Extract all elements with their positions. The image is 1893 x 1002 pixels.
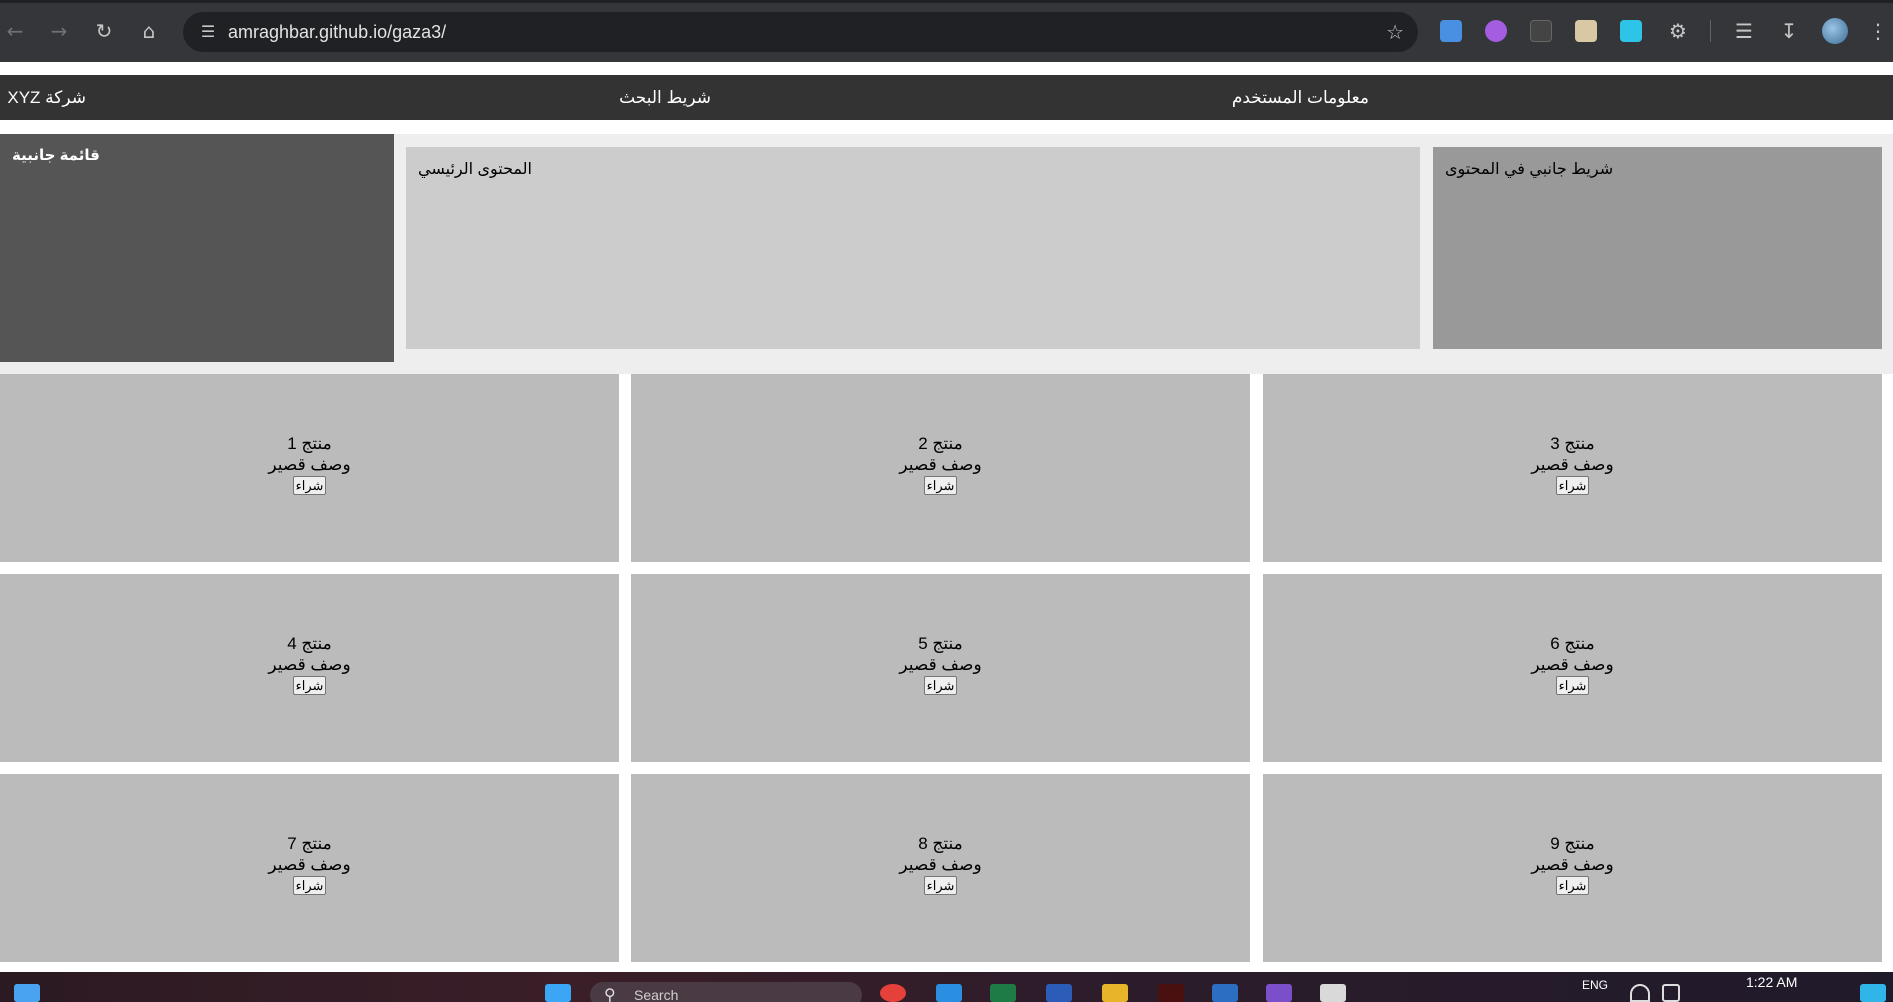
vscode-app-icon[interactable] <box>936 984 962 1002</box>
file-explorer-icon[interactable] <box>1102 984 1128 1002</box>
buy-button[interactable]: شراء <box>1555 676 1590 695</box>
product-name: منتج 1 <box>287 434 332 453</box>
app-tile-icon[interactable] <box>1320 984 1346 1002</box>
menu-icon[interactable]: ⋮ <box>1864 17 1892 45</box>
tab-strip-edge <box>0 0 1893 3</box>
product-card: منتج 9 وصف قصير شراء <box>1263 774 1882 962</box>
illustrator-app-icon[interactable] <box>1158 984 1184 1002</box>
start-menu-icon[interactable] <box>14 984 40 1002</box>
content-aside: شريط جانبي في المحتوى <box>1433 147 1882 349</box>
product-description: وصف قصير <box>899 855 982 874</box>
product-card: منتج 2 وصف قصير شراء <box>631 374 1250 562</box>
search-bar-label[interactable]: شريط البحث <box>619 75 711 120</box>
reading-list-icon[interactable]: ☰ <box>1730 17 1758 45</box>
extension-file-icon[interactable] <box>1575 20 1597 42</box>
back-icon[interactable]: ← <box>1 17 29 45</box>
sidebar-menu: قائمة جانبية <box>0 134 394 362</box>
product-card: منتج 6 وصف قصير شراء <box>1263 574 1882 762</box>
extension-car-icon[interactable] <box>1530 20 1552 42</box>
buy-button[interactable]: شراء <box>1555 476 1590 495</box>
home-icon[interactable]: ⌂ <box>135 17 163 45</box>
buy-button[interactable]: شراء <box>923 676 958 695</box>
visual-studio-app-icon[interactable] <box>1266 984 1292 1002</box>
product-name: منتج 3 <box>1550 434 1595 453</box>
word-app-icon[interactable] <box>1046 984 1072 1002</box>
buy-button[interactable]: شراء <box>1555 876 1590 895</box>
copilot-icon[interactable] <box>1860 984 1886 1002</box>
product-description: وصف قصير <box>1531 455 1614 474</box>
product-description: وصف قصير <box>268 455 351 474</box>
product-name: منتج 9 <box>1550 834 1595 853</box>
product-grid: منتج 1 وصف قصير شراء منتج 2 وصف قصير شرا… <box>0 374 1893 974</box>
product-description: وصف قصير <box>268 855 351 874</box>
sidebar-title: قائمة جانبية <box>12 147 100 164</box>
extension-camera-icon[interactable] <box>1620 20 1642 42</box>
product-description: وصف قصير <box>268 655 351 674</box>
language-indicator[interactable]: ENG <box>1582 978 1608 992</box>
product-description: وصف قصير <box>899 655 982 674</box>
forward-icon[interactable]: → <box>45 17 73 45</box>
user-info-label[interactable]: معلومات المستخدم <box>1232 75 1369 120</box>
company-name: شركة XYZ <box>7 88 86 107</box>
product-card: منتج 1 وصف قصير شراء <box>0 374 619 562</box>
reload-icon[interactable]: ↻ <box>90 17 118 45</box>
chrome-app-icon[interactable] <box>880 984 906 1002</box>
aside-title: شريط جانبي في المحتوى <box>1445 161 1614 178</box>
product-card: منتج 4 وصف قصير شراء <box>0 574 619 762</box>
volume-icon[interactable] <box>1662 984 1680 1002</box>
product-name: منتج 2 <box>918 434 963 453</box>
puzzle-icon[interactable]: ⚙ <box>1664 17 1692 45</box>
buy-button[interactable]: شراء <box>923 476 958 495</box>
product-name: منتج 8 <box>918 834 963 853</box>
search-icon: ⚲ <box>604 985 616 1002</box>
product-card: منتج 8 وصف قصير شراء <box>631 774 1250 962</box>
mail-app-icon[interactable] <box>1212 984 1238 1002</box>
buy-button[interactable]: شراء <box>292 876 327 895</box>
product-description: وصف قصير <box>1531 655 1614 674</box>
taskbar-search[interactable]: ⚲ Search <box>590 982 862 1002</box>
content-row: قائمة جانبية المحتوى الرئيسي شريط جانبي … <box>0 134 1893 374</box>
url-text[interactable]: amraghbar.github.io/gaza3/ <box>228 22 446 42</box>
product-name: منتج 7 <box>287 834 332 853</box>
profile-avatar[interactable] <box>1822 18 1848 44</box>
product-card: منتج 5 وصف قصير شراء <box>631 574 1250 762</box>
main-content-title: المحتوى الرئيسي <box>418 161 532 178</box>
wifi-icon[interactable] <box>1630 984 1650 1002</box>
download-icon[interactable]: ↧ <box>1775 17 1803 45</box>
extension-purple-icon[interactable] <box>1485 20 1507 42</box>
browser-chrome: ← → ↻ ⌂ ☰ amraghbar.github.io/gaza3/ ☆ ⚙… <box>0 0 1893 62</box>
site-info-icon[interactable]: ☰ <box>197 21 219 43</box>
product-name: منتج 4 <box>287 634 332 653</box>
taskbar-search-placeholder: Search <box>634 987 679 1002</box>
product-name: منتج 6 <box>1550 634 1595 653</box>
address-bar[interactable]: ☰ amraghbar.github.io/gaza3/ ☆ <box>183 12 1418 52</box>
extension-docs-icon[interactable] <box>1440 20 1462 42</box>
buy-button[interactable]: شراء <box>923 876 958 895</box>
buy-button[interactable]: شراء <box>292 676 327 695</box>
bookmark-star-icon[interactable]: ☆ <box>1386 20 1404 44</box>
excel-app-icon[interactable] <box>990 984 1016 1002</box>
os-taskbar: ⚲ Search ENG 1:22 AM <box>0 972 1893 1002</box>
toolbar-divider <box>1710 20 1711 42</box>
clock-time[interactable]: 1:22 AM <box>1746 974 1797 990</box>
web-page: شركة XYZ شريط البحث معلومات المستخدم قائ… <box>0 62 1893 972</box>
buy-button[interactable]: شراء <box>292 476 327 495</box>
windows-start-icon[interactable] <box>545 984 571 1002</box>
site-header: شركة XYZ شريط البحث معلومات المستخدم <box>0 75 1893 120</box>
product-card: منتج 3 وصف قصير شراء <box>1263 374 1882 562</box>
product-description: وصف قصير <box>1531 855 1614 874</box>
product-card: منتج 7 وصف قصير شراء <box>0 774 619 962</box>
product-description: وصف قصير <box>899 455 982 474</box>
main-content: المحتوى الرئيسي <box>406 147 1420 349</box>
product-name: منتج 5 <box>918 634 963 653</box>
